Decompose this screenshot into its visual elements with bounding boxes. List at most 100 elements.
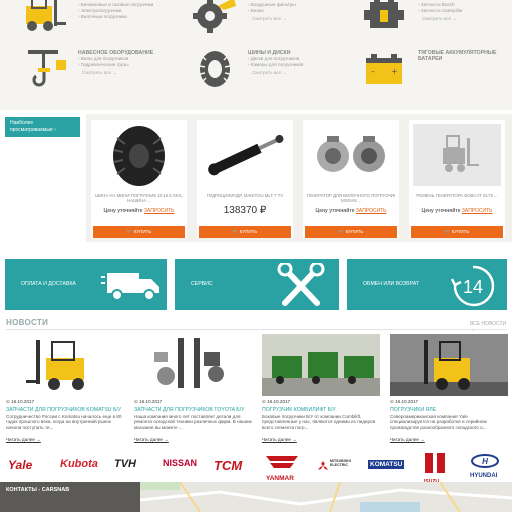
product-card[interactable]: ШИНА НА МИНИ-ПОГРУЗЧИК 10-16.5 SKS, НАШИ… [91, 120, 187, 238]
brand-tvh-logo[interactable]: TVH [114, 458, 136, 470]
category-sub-1[interactable]: › Диски для погрузчиков [248, 56, 299, 62]
isuzu-emblem-icon [425, 453, 445, 473]
product-card[interactable]: ГИДРОЦИЛИНДР, MANITOU MLT 7 TV 138370 ₽ … [197, 120, 293, 238]
news-item[interactable]: ⊙ 16.10.2017 ЗАПЧАСТИ ДЛЯ ПОГРУЗЧИКОВ TO… [134, 334, 256, 449]
brand-komatsu-logo[interactable]: KOMATSU [368, 460, 405, 469]
category-sub-1[interactable]: › Запчасти Bosch [418, 2, 455, 8]
tire-product-image [113, 126, 165, 186]
category-engine[interactable]: › Запчасти Bosch › Запчасти Caterpillar … [360, 0, 510, 42]
brand-nissan-logo[interactable]: NISSAN [163, 458, 197, 468]
news-item[interactable]: ⊙ 16.10.2017 ПОГРУЗЧИКИ ЯЛЕ Североамерик… [390, 334, 512, 449]
service-label: ОБМЕН ИЛИ ВОЗВРАТ [363, 281, 419, 287]
read-more-link[interactable]: Читать далее → [6, 437, 41, 442]
news-image-yale [390, 334, 508, 396]
buy-button[interactable]: 🛒 КУПИТЬ [93, 226, 185, 238]
tire-icon [199, 51, 231, 87]
svg-text:H: H [482, 457, 488, 466]
recently-viewed-label[interactable]: Наиболее просматриваемые › [5, 117, 80, 137]
category-batteries[interactable]: – + ТЯГОВЫЕ АККУМУЛЯТОРНЫЕ БАТАРЕИ [360, 46, 510, 96]
product-title-2[interactable]: NISSAN ... [307, 198, 395, 203]
request-price-link[interactable]: ЗАПРОСИТЬ [462, 208, 493, 214]
service-exchange-return[interactable]: ОБМЕН ИЛИ ВОЗВРАТ 14 [347, 259, 507, 310]
category-sub-2[interactable]: › Запчасти Caterpillar [418, 8, 463, 14]
truck-icon [101, 273, 159, 301]
svg-text:–: – [371, 67, 375, 76]
brand-mitsubishi-logo[interactable]: MITSUBISHI ELECTRIC [318, 458, 354, 476]
forklift-placeholder-image [413, 124, 501, 186]
product-title-2[interactable]: НАШИНА ... [95, 198, 183, 203]
news-title[interactable]: ЗАПЧАСТИ ДЛЯ ПОГРУЗЧИКОВ TOYOTA Б/У [134, 407, 244, 413]
category-sub-1[interactable]: › Бензиновые и газовые погрузчики [78, 2, 153, 8]
brands-strip: Yale Kubota TVH NISSAN TCM YANMAR MITSUB… [0, 450, 512, 485]
price-row: Цену уточняйте ЗАПРОСИТЬ [307, 208, 395, 214]
category-attachments[interactable]: НАВЕСНОЕ ОБОРУДОВАНИЕ › Вилы для погрузч… [20, 46, 170, 96]
read-more-link[interactable]: Читать далее → [262, 437, 297, 442]
news-title[interactable]: ЗАПЧАСТИ ДЛЯ ПОГРУЗЧИКОВ KOMATSU Б/У [6, 407, 121, 413]
service-payment-delivery[interactable]: ОПЛАТА И ДОСТАВКА [5, 259, 167, 310]
news-excerpt: Наша компания много лет поставляет детал… [134, 414, 252, 430]
category-sub-3[interactable]: › Вилочные погрузчики [78, 14, 127, 20]
category-title-line2[interactable]: БАТАРЕИ [418, 56, 442, 62]
category-sub-1[interactable]: › Вилы для погрузчиков [78, 56, 128, 62]
read-more-link[interactable]: Читать далее → [134, 437, 169, 442]
mitsubishi-diamond-icon [318, 461, 328, 470]
product-card[interactable]: ГЕНЕРАТОР ДЛЯ ВИЛОЧНОГО ПОГРУЗЧИКА NISSA… [303, 120, 399, 238]
return-14-icon: 14 [451, 265, 495, 307]
price-query-text: Цену уточняйте [421, 208, 461, 214]
product-price: 138370 ₽ [223, 205, 267, 216]
yanmar-emblem-icon [266, 456, 298, 468]
category-parts[interactable]: › Воздушные фильтры › Вилки Смотреть все… [190, 0, 340, 42]
brand-yale-logo[interactable]: Yale [8, 458, 32, 472]
all-news-link[interactable]: ВСЕ НОВОСТИ → [470, 321, 512, 333]
brand-kubota-logo[interactable]: Kubota [60, 458, 98, 470]
category-sub-2[interactable]: › Вилки [248, 8, 264, 14]
contacts-heading: КОНТАКТЫ - CARSNAB [0, 482, 140, 512]
news-date: ⊙ 16.10.2017 [6, 399, 35, 404]
buy-button[interactable]: 🛒 КУПИТЬ [199, 226, 291, 238]
category-sub-1[interactable]: › Воздушные фильтры [248, 2, 296, 8]
request-price-link[interactable]: ЗАПРОСИТЬ [356, 208, 387, 214]
category-sub-2[interactable]: › Электропогрузчики [78, 8, 121, 14]
hyundai-emblem-icon: H [471, 454, 499, 468]
price-query-text: Цену уточняйте [315, 208, 355, 214]
tools-icon [277, 263, 325, 306]
product-card[interactable]: РЕМЕНЬ ГЕНЕРАТОРА BOBCAT S175 ... Цену у… [409, 120, 505, 238]
category-sub-2[interactable]: › Гидравлические грузы [78, 62, 129, 68]
see-all-link[interactable]: Смотреть все → [252, 16, 287, 21]
brand-hyundai-logo[interactable]: H HYUNDAI [470, 454, 500, 479]
buy-button[interactable]: 🛒 КУПИТЬ [305, 226, 397, 238]
brand-isuzu-logo[interactable]: ISUZU [424, 452, 446, 485]
news-excerpt: Североамериканская компания Yale специал… [390, 414, 487, 430]
news-date: ⊙ 16.10.2017 [390, 399, 419, 404]
category-forklifts[interactable]: › Бензиновые и газовые погрузчики › Элек… [20, 0, 170, 42]
yanmar-text: YANMAR [266, 475, 294, 482]
battery-icon: – + [366, 54, 402, 84]
news-item[interactable]: ⊙ 16.10.2017 ПОГРУЗЧИК КОМБИЛИФТ Б/У Бок… [262, 334, 384, 449]
contacts-map[interactable] [139, 481, 512, 512]
engine-icon [364, 0, 404, 28]
product-title[interactable]: ГИДРОЦИЛИНДР, MANITOU MLT 7 TV [201, 193, 289, 198]
news-item[interactable]: ⊙ 16.10.2017 ЗАПЧАСТИ ДЛЯ ПОГРУЗЧИКОВ KO… [6, 334, 128, 449]
read-more-link[interactable]: Читать далее → [390, 437, 425, 442]
price-row: Цену уточняйте ЗАПРОСИТЬ [413, 208, 501, 214]
product-title[interactable]: РЕМЕНЬ ГЕНЕРАТОРА BOBCAT S175 ... [413, 193, 501, 198]
buy-button[interactable]: 🛒 КУПИТЬ [411, 226, 503, 238]
see-all-link[interactable]: Смотреть все → [422, 16, 457, 21]
service-repair[interactable]: СЕРВИС [175, 259, 339, 310]
price-query-text: Цену уточняйте [103, 208, 143, 214]
brand-tcm-logo[interactable]: TCM [214, 458, 242, 473]
request-price-link[interactable]: ЗАПРОСИТЬ [144, 208, 175, 214]
svg-text:+: + [391, 67, 398, 76]
news-image-komatsu [6, 334, 124, 396]
category-sub-2[interactable]: › Камеры для погрузчиков [248, 62, 304, 68]
news-title[interactable]: ПОГРУЗЧИКИ ЯЛЕ [390, 407, 436, 413]
news-heading: НОВОСТИ [6, 318, 49, 327]
news-excerpt: Сотрудничество России с Komatsu началось… [6, 414, 122, 430]
category-tires[interactable]: ШИНЫ И ДИСКИ › Диски для погрузчиков › К… [190, 46, 340, 96]
see-all-link[interactable]: Смотреть все → [82, 70, 117, 75]
news-title[interactable]: ПОГРУЗЧИК КОМБИЛИФТ Б/У [262, 407, 336, 413]
gear-excavator-icon [193, 0, 236, 33]
news-image-combilift [262, 334, 380, 396]
see-all-link[interactable]: Смотреть все → [252, 70, 287, 75]
brand-yanmar-logo[interactable]: YANMAR [266, 454, 298, 482]
